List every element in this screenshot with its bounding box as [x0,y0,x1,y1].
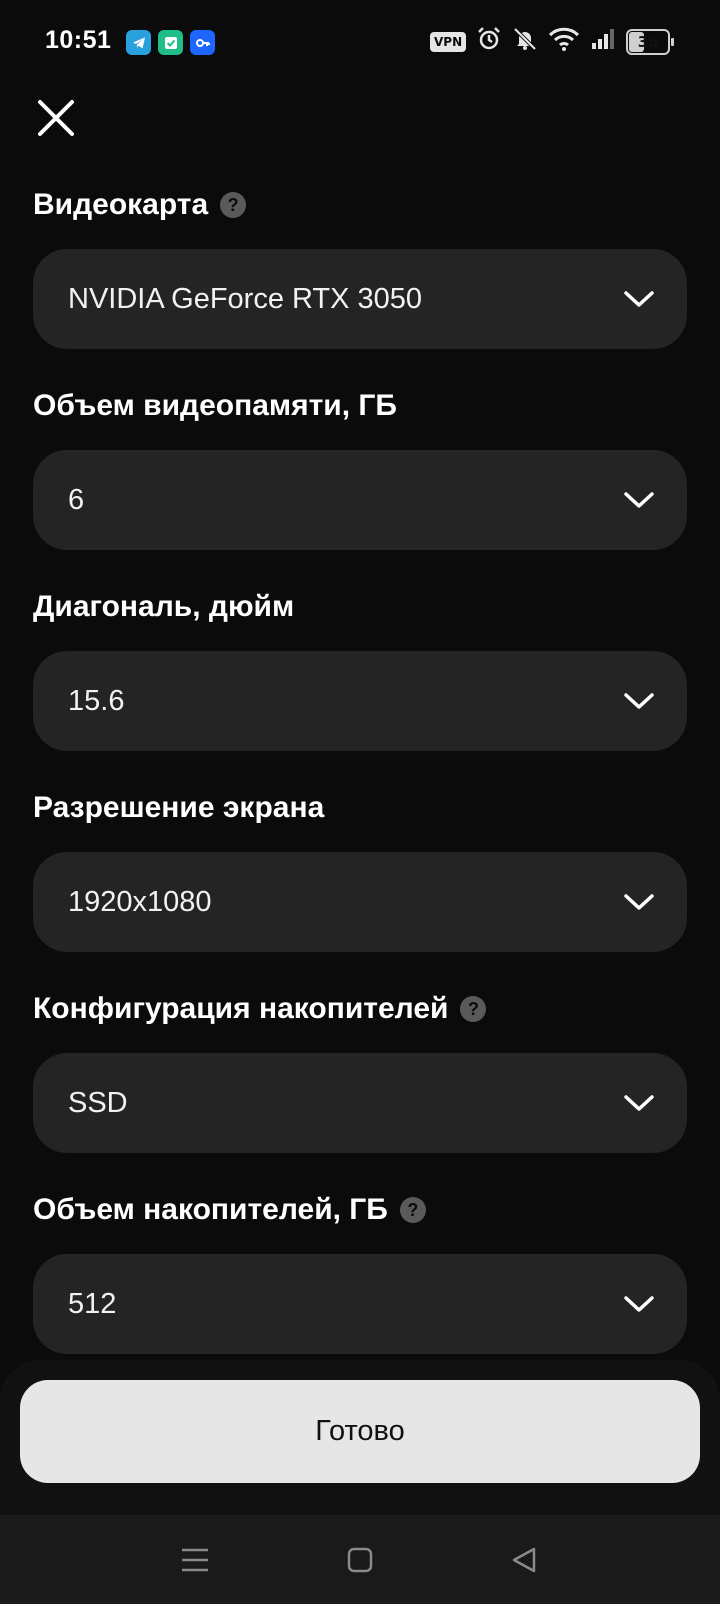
select-value: 6 [68,483,85,516]
back-button[interactable] [503,1539,545,1581]
system-icons: VPN 38 [430,26,675,57]
storage-config-select[interactable]: SSD [33,1053,687,1153]
resolution-select[interactable]: 1920x1080 [33,852,687,952]
close-button[interactable] [34,96,78,140]
battery-tip [671,37,675,46]
back-triangle-icon [512,1547,536,1573]
video-memory-select[interactable]: 6 [33,450,687,550]
alarm-icon [476,26,502,57]
battery-body: 38 [626,28,671,55]
filter-label: Объем накопителей, ГБ [33,1193,388,1226]
filter-label: Диагональ, дюйм [33,590,295,623]
select-value: SSD [68,1086,128,1119]
checklist-icon [158,30,183,55]
bell-off-icon [512,26,538,57]
filter-label-row: Диагональ, дюйм [33,587,687,627]
chevron-down-icon [624,1296,654,1312]
filter-label-row: Разрешение экрана [33,788,687,828]
wifi-icon [548,27,580,56]
home-square-icon [347,1547,373,1573]
filter-storage-config: Конфигурация накопителей ? SSD [33,989,687,1153]
home-button[interactable] [339,1539,381,1581]
close-icon [38,100,74,136]
menu-button[interactable] [174,1539,216,1581]
filter-label: Разрешение экрана [33,791,325,824]
select-value: NVIDIA GeForce RTX 3050 [68,282,423,315]
filter-video-card: Видеокарта ? NVIDIA GeForce RTX 3050 [33,185,687,349]
filter-diagonal: Диагональ, дюйм 15.6 [33,587,687,751]
signal-icon [590,27,616,56]
filter-label-row: Объем видеопамяти, ГБ [33,386,687,426]
diagonal-select[interactable]: 15.6 [33,651,687,751]
select-value: 1920x1080 [68,885,212,918]
filter-label-row: Объем накопителей, ГБ ? [33,1190,687,1230]
chevron-down-icon [624,492,654,508]
chevron-down-icon [624,291,654,307]
filter-storage-size: Объем накопителей, ГБ ? 512 [33,1190,687,1354]
done-button[interactable]: Готово [20,1380,700,1483]
video-card-select[interactable]: NVIDIA GeForce RTX 3050 [33,249,687,349]
filter-video-memory: Объем видеопамяти, ГБ 6 [33,386,687,550]
menu-icon [182,1548,208,1572]
select-value: 512 [68,1287,117,1320]
battery-icon: 38 [626,28,675,55]
storage-size-select[interactable]: 512 [33,1254,687,1354]
select-value: 15.6 [68,684,125,717]
filter-label: Видеокарта [33,188,209,221]
filter-label-row: Видеокарта ? [33,185,687,225]
status-time: 10:51 [45,26,112,54]
filter-label: Объем видеопамяти, ГБ [33,389,397,422]
help-icon[interactable]: ? [460,996,487,1022]
key-icon [190,30,215,55]
telegram-icon [126,30,151,55]
system-nav-bar [0,1515,720,1604]
battery-level: 38 [637,32,659,51]
help-icon[interactable]: ? [399,1197,426,1223]
filter-resolution: Разрешение экрана 1920x1080 [33,788,687,952]
vpn-icon: VPN [430,31,467,52]
chevron-down-icon [624,894,654,910]
help-icon[interactable]: ? [220,192,247,218]
chevron-down-icon [624,1095,654,1111]
status-bar: 10:51 VPN 38 [0,0,720,84]
filter-label: Конфигурация накопителей [33,992,449,1025]
filter-label-row: Конфигурация накопителей ? [33,989,687,1029]
chevron-down-icon [624,693,654,709]
notification-icons [126,30,215,55]
